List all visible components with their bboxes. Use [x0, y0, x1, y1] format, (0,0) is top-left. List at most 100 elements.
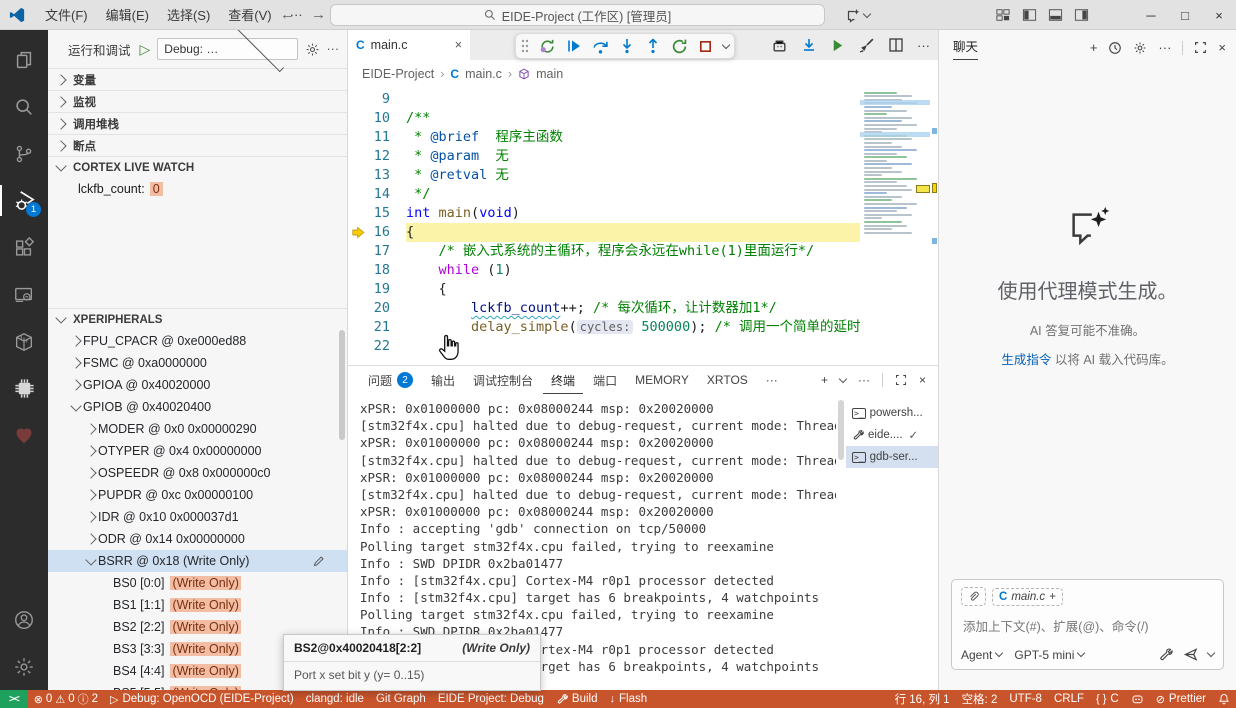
tab-chat[interactable]: 聊天	[953, 36, 978, 60]
sidebar-item-search[interactable]	[0, 83, 48, 130]
status-prettier[interactable]: ⊘Prettier	[1150, 690, 1212, 708]
breadcrumb-project[interactable]: EIDE-Project	[362, 67, 434, 81]
code-line[interactable]: 13 * @retval 无	[348, 166, 860, 185]
tree-row[interactable]: GPIOA @ 0x40020000	[48, 374, 347, 396]
terminal-list-item[interactable]: eide....✓	[846, 424, 938, 446]
more-actions-icon[interactable]: ···	[917, 38, 930, 53]
nav-back-icon[interactable]: ←	[280, 6, 295, 23]
sidebar-item-run-and-debug[interactable]: 1	[0, 177, 48, 224]
panel-tab-端口[interactable]: 端口	[585, 366, 625, 394]
status-crlf[interactable]: CRLF	[1048, 690, 1090, 708]
panel-tabs-overflow-icon[interactable]: ···	[758, 366, 786, 394]
code-line[interactable]: 17 /* 嵌入式系统的主循环，程序会永远在while(1)里面运行*/	[348, 242, 860, 261]
minimize-button[interactable]: ─	[1134, 0, 1168, 30]
mode-selector[interactable]: Agent	[961, 648, 1002, 662]
sidebar-item-peripherals[interactable]	[0, 365, 48, 412]
chevron-down-icon[interactable]	[722, 40, 730, 48]
code-line[interactable]: 19 {	[348, 280, 860, 299]
sidebar-scrollbar[interactable]	[339, 330, 345, 440]
sidebar-item-remote-explorer[interactable]	[0, 271, 48, 318]
terminal-scrollbar[interactable]	[836, 394, 846, 690]
status-git-graph[interactable]: Git Graph	[370, 690, 432, 708]
remote-indicator[interactable]: ><	[0, 690, 28, 708]
sidebar-item-extensions[interactable]	[0, 224, 48, 271]
chat-more-icon[interactable]: ···	[1158, 40, 1171, 55]
code-line[interactable]: 22	[348, 337, 860, 356]
maximize-panel-icon[interactable]	[895, 374, 907, 386]
step-out-button[interactable]	[645, 38, 661, 54]
panel-tab-MEMORY[interactable]: MEMORY	[627, 366, 697, 394]
breadcrumb-file[interactable]: main.c	[465, 67, 502, 81]
continue-button[interactable]	[566, 38, 582, 54]
live-watch-variable[interactable]: lckfb_count: 0	[48, 178, 347, 200]
settings-button[interactable]	[0, 643, 48, 690]
menu-item[interactable]: 文件(F)	[36, 5, 97, 24]
panel-tab-输出[interactable]: 输出	[423, 366, 463, 394]
tree-row[interactable]: FSMC @ 0xa0000000	[48, 352, 347, 374]
panel-more-icon[interactable]: ···	[858, 373, 870, 387]
code-line[interactable]: 21 delay_simple(cycles: 500000); /* 调用一个…	[348, 318, 860, 337]
tree-row[interactable]: ODR @ 0x14 0x00000000	[48, 528, 347, 550]
attach-context-button[interactable]	[961, 587, 986, 606]
section-xperipherals[interactable]: XPERIPHERALS	[48, 308, 347, 330]
tree-row[interactable]: OTYPER @ 0x4 0x00000000	[48, 440, 347, 462]
code-line[interactable]: 18 while (1)	[348, 261, 860, 280]
code-line[interactable]: 10/**	[348, 109, 860, 128]
menu-item[interactable]: 查看(V)	[219, 5, 280, 24]
code-line[interactable]: 15int main(void)	[348, 204, 860, 223]
toggle-primary-sidebar-icon[interactable]	[1016, 0, 1042, 30]
clean-icon[interactable]	[858, 37, 875, 54]
close-tab-icon[interactable]: ×	[455, 38, 462, 52]
toggle-panel-icon[interactable]	[1042, 0, 1068, 30]
sidebar-more-actions-icon[interactable]: ···	[327, 42, 340, 56]
status--16-1[interactable]: 行 16, 列 1	[889, 690, 956, 708]
tree-row[interactable]: MODER @ 0x0 0x00000290	[48, 418, 347, 440]
history-icon[interactable]	[1108, 41, 1122, 55]
run-icon[interactable]	[830, 38, 845, 53]
sidebar-item-source-control[interactable]	[0, 130, 48, 177]
tree-row[interactable]: FPU_CPACR @ 0xe000ed88	[48, 330, 347, 352]
code-line[interactable]: 9	[348, 90, 860, 109]
code-line[interactable]: 20 lckfb_count++; /* 每次循环，让计数器加1*/	[348, 299, 860, 318]
terminal-list-item[interactable]: >_gdb-ser...	[846, 446, 938, 468]
sidebar-item-lckfb[interactable]	[0, 412, 48, 459]
send-button[interactable]	[1183, 647, 1198, 662]
tree-row[interactable]: OSPEEDR @ 0x8 0x000000c0	[48, 462, 347, 484]
status-debug-openocd-eide-project-[interactable]: ▷Debug: OpenOCD (EIDE-Project)	[104, 690, 300, 708]
status-flash[interactable]: ↓Flash	[604, 690, 654, 708]
section-调用堆栈[interactable]: 调用堆栈	[48, 112, 347, 134]
section-断点[interactable]: 断点	[48, 134, 347, 156]
status-bell[interactable]	[1212, 690, 1236, 708]
debug-settings-gear-icon[interactable]	[305, 42, 320, 57]
tree-row[interactable]: BS0 [0:0](Write Only)	[48, 572, 347, 594]
tree-row[interactable]: IDR @ 0x10 0x000037d1	[48, 506, 347, 528]
tree-row[interactable]: GPIOB @ 0x40020400	[48, 396, 347, 418]
new-terminal-icon[interactable]: +	[821, 373, 828, 387]
chat-tools-icon[interactable]	[1158, 647, 1173, 662]
nav-forward-icon[interactable]: →	[311, 6, 326, 23]
panel-tab-XRTOS[interactable]: XRTOS	[699, 366, 756, 394]
reset-device-button[interactable]	[539, 38, 556, 55]
edit-pencil-icon[interactable]	[312, 555, 325, 568]
chat-input-placeholder[interactable]: 添加上下文(#)、扩展(@)、命令(/)	[963, 616, 1214, 635]
split-editor-icon[interactable]	[888, 37, 904, 53]
toggle-secondary-sidebar-icon[interactable]	[1068, 0, 1094, 30]
tree-row[interactable]: BSRR @ 0x18 (Write Only)	[48, 550, 347, 572]
status-build[interactable]: Build	[550, 690, 604, 708]
status-clangd-idle[interactable]: clangd: idle	[300, 690, 370, 708]
start-debug-button[interactable]: ▷	[140, 41, 151, 58]
breadcrumb-symbol[interactable]: main	[536, 67, 563, 81]
tab-main-c[interactable]: C main.c ×	[348, 30, 470, 60]
problems-status[interactable]: ⊗0 ⚠0 ⓘ2	[28, 690, 104, 708]
sidebar-item-explorer[interactable]	[0, 36, 48, 83]
customize-layout-icon[interactable]	[990, 0, 1016, 30]
chat-input-box[interactable]: C main.c + 添加上下文(#)、扩展(@)、命令(/) Agent GP…	[951, 579, 1224, 670]
stop-button[interactable]	[698, 39, 713, 54]
tree-row[interactable]: PUPDR @ 0xc 0x00000100	[48, 484, 347, 506]
generate-instructions-link[interactable]: 生成指令	[1001, 353, 1051, 367]
tree-row[interactable]: BS1 [1:1](Write Only)	[48, 594, 347, 616]
code-line[interactable]: 16{	[348, 223, 860, 242]
terminal-list-item[interactable]: >_powersh...	[846, 402, 938, 424]
toolbar-grip-icon[interactable]	[521, 39, 529, 53]
chevron-down-icon[interactable]	[839, 374, 847, 382]
